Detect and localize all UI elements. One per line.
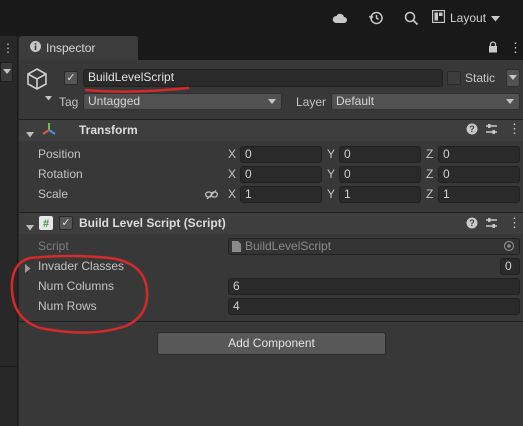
position-x-field[interactable]: 0 xyxy=(240,146,322,163)
object-picker-icon xyxy=(503,240,515,256)
num-rows-field[interactable]: 4 xyxy=(228,298,520,315)
more-options-icon[interactable]: ⋮ xyxy=(2,41,14,55)
rotation-y-field[interactable]: 0 xyxy=(339,166,421,183)
rotation-z-field[interactable]: 0 xyxy=(438,166,520,183)
static-checkbox[interactable] xyxy=(447,71,461,85)
tab-inspector[interactable]: Inspector xyxy=(19,36,138,60)
help-icon[interactable]: ? xyxy=(466,123,478,138)
info-icon xyxy=(30,41,41,55)
rotation-label: Rotation xyxy=(38,167,83,181)
position-z-field[interactable]: 0 xyxy=(438,146,520,163)
divider xyxy=(0,366,18,367)
scale-label: Scale xyxy=(38,187,69,201)
axis-z-label: Z xyxy=(426,167,434,181)
tag-label: Tag xyxy=(59,95,79,109)
chevron-down-icon xyxy=(491,11,501,25)
invader-classes-label[interactable]: Invader Classes xyxy=(38,258,124,274)
layout-label: Layout xyxy=(450,11,487,25)
hierarchy-dropdown[interactable] xyxy=(0,62,13,82)
search-icon[interactable] xyxy=(402,9,420,27)
tag-value: Untagged xyxy=(88,94,141,108)
num-rows-label: Num Rows xyxy=(38,299,97,313)
axis-x-label: X xyxy=(228,187,237,201)
axis-y-label: Y xyxy=(327,187,336,201)
more-options-icon[interactable]: ⋮ xyxy=(508,215,521,231)
cloud-icon[interactable] xyxy=(331,9,349,27)
axis-z-label: Z xyxy=(426,147,434,161)
svg-text:#: # xyxy=(43,218,49,230)
link-icon[interactable] xyxy=(205,189,218,203)
tab-label: Inspector xyxy=(46,41,96,55)
axis-z-label: Z xyxy=(426,187,434,201)
position-label: Position xyxy=(38,147,81,161)
script-enabled-checkbox[interactable] xyxy=(59,216,73,230)
scale-x-field[interactable]: 1 xyxy=(240,186,322,203)
history-icon[interactable] xyxy=(367,9,385,27)
script-reference-field: BuildLevelScript xyxy=(228,238,520,255)
transform-icon xyxy=(41,122,57,139)
more-options-icon[interactable]: ⋮ xyxy=(509,40,522,56)
layer-value: Default xyxy=(336,94,375,108)
active-checkbox[interactable] xyxy=(64,71,78,85)
invader-classes-size-field[interactable]: 0 xyxy=(500,258,520,275)
layout-icon xyxy=(431,9,446,26)
static-label: Static xyxy=(465,71,496,85)
foldout-arrow-icon[interactable] xyxy=(25,262,31,276)
num-columns-field[interactable]: 6 xyxy=(228,278,520,295)
editor-toolbar: Layout xyxy=(0,0,523,36)
presets-icon[interactable] xyxy=(485,217,498,232)
foldout-arrow-icon[interactable] xyxy=(26,127,34,141)
svg-text:?: ? xyxy=(469,218,475,228)
script-asset-icon xyxy=(232,241,241,256)
layout-dropdown[interactable]: Layout xyxy=(431,8,514,28)
help-icon[interactable]: ? xyxy=(466,217,478,232)
foldout-arrow-icon[interactable] xyxy=(26,220,34,234)
more-options-icon[interactable]: ⋮ xyxy=(508,121,521,137)
hierarchy-panel-edge xyxy=(0,36,18,426)
layer-dropdown[interactable]: Default xyxy=(331,93,520,110)
transform-title: Transform xyxy=(79,123,138,137)
axis-y-label: Y xyxy=(327,147,336,161)
svg-text:?: ? xyxy=(469,124,475,134)
presets-icon[interactable] xyxy=(485,123,498,138)
axis-y-label: Y xyxy=(327,167,336,181)
position-y-field[interactable]: 0 xyxy=(339,146,421,163)
script-file-icon: # xyxy=(39,216,53,230)
axis-x-label: X xyxy=(228,147,237,161)
tag-dropdown[interactable]: Untagged xyxy=(83,93,282,110)
gameobject-name-field[interactable]: BuildLevelScript xyxy=(83,69,443,87)
divider xyxy=(19,321,523,322)
icon-dropdown-caret[interactable] xyxy=(45,90,52,104)
script-reference-value: BuildLevelScript xyxy=(245,239,332,253)
static-dropdown[interactable] xyxy=(506,69,520,87)
scale-z-field[interactable]: 1 xyxy=(438,186,520,203)
script-component-title: Build Level Script (Script) xyxy=(79,216,226,230)
add-component-button[interactable]: Add Component xyxy=(157,332,386,355)
script-label: Script xyxy=(38,239,69,253)
axis-x-label: X xyxy=(228,167,237,181)
rotation-x-field[interactable]: 0 xyxy=(240,166,322,183)
scale-y-field[interactable]: 1 xyxy=(339,186,421,203)
num-columns-label: Num Columns xyxy=(38,279,115,293)
lock-icon[interactable] xyxy=(488,41,498,56)
layer-label: Layer xyxy=(296,95,327,109)
